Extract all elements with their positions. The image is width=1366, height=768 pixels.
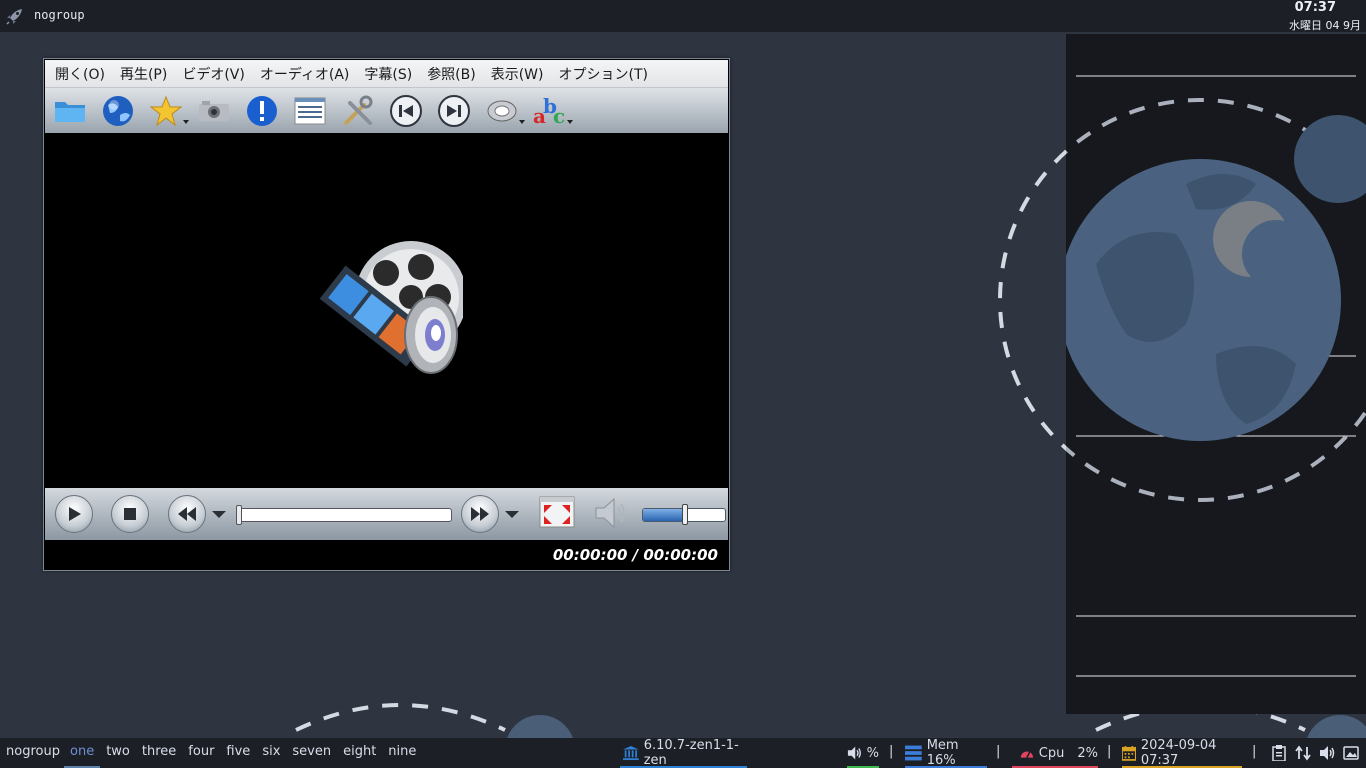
svg-text:c: c (553, 104, 565, 127)
smplayer-window[interactable]: 開く(O) 再生(P) ビデオ(V) オーディオ(A) 字幕(S) 参照(B) … (43, 58, 730, 571)
time-status-bar: 00:00:00 / 00:00:00 (45, 540, 728, 570)
mute-button[interactable] (592, 496, 630, 530)
volume-module[interactable]: % (847, 738, 879, 768)
play-button[interactable] (55, 495, 93, 533)
menu-open[interactable]: 開く(O) (55, 64, 105, 84)
clipboard-icon[interactable] (1271, 745, 1287, 761)
favorites-star-icon (150, 95, 182, 126)
menu-bar: 開く(O) 再生(P) ビデオ(V) オーディオ(A) 字幕(S) 参照(B) … (45, 60, 728, 88)
current-group-name: nogroup (34, 8, 85, 22)
preferences-tools-icon (344, 95, 373, 125)
folder-icon (55, 101, 85, 122)
open-url-button[interactable] (101, 94, 135, 128)
fullscreen-button[interactable] (539, 496, 575, 528)
group-label[interactable]: nogroup (6, 744, 60, 759)
cpu-module: Cpu 2% (1012, 738, 1098, 768)
rewind-icon (178, 507, 196, 521)
workspace-nine[interactable]: nine (382, 738, 422, 768)
workspace-eight[interactable]: eight (337, 738, 382, 768)
workspace-one[interactable]: one (64, 738, 101, 768)
info-icon (247, 95, 277, 126)
playback-controls (45, 488, 728, 540)
rewind-button[interactable] (168, 495, 206, 533)
separator: | (1252, 744, 1257, 759)
audio-track-icon (487, 100, 517, 121)
separator: | (889, 744, 894, 759)
memory-usage: Mem 16% (926, 738, 959, 768)
top-bar: nogroup 07:37 水曜日 04 9月 (0, 0, 1366, 32)
open-file-button[interactable] (53, 94, 87, 128)
speaker-volume-icon (595, 497, 625, 529)
workspace-list: one two three four five six seven eight … (64, 738, 422, 768)
menu-audio[interactable]: オーディオ(A) (260, 64, 350, 84)
workspace-six[interactable]: six (256, 738, 286, 768)
seek-handle[interactable] (236, 505, 242, 525)
memory-module: Mem 16% (905, 738, 987, 768)
cpu-usage: 2% (1077, 745, 1098, 761)
workspace-four[interactable]: four (182, 738, 220, 768)
tray-volume-icon[interactable] (1319, 745, 1335, 761)
cpu-label: Cpu (1038, 745, 1065, 761)
separator: | (996, 744, 1001, 759)
forward-dropdown-icon[interactable] (505, 511, 519, 518)
menu-options[interactable]: オプション(T) (559, 64, 648, 84)
stop-icon (124, 508, 136, 520)
menu-video[interactable]: ビデオ(V) (182, 64, 245, 84)
date-time: 2024-09-04 07:37 (1140, 738, 1217, 768)
kernel-version: 6.10.7-zen1-1-zen (643, 738, 739, 768)
screenshot-camera-icon (199, 100, 229, 121)
workspace-two[interactable]: two (100, 738, 136, 768)
desktop-widget-panel (998, 34, 1366, 714)
workspace-seven[interactable]: seven (286, 738, 337, 768)
next-button[interactable] (437, 94, 471, 128)
volume-handle[interactable] (681, 504, 688, 525)
fast-forward-icon (471, 507, 489, 521)
smplayer-logo-icon (319, 241, 463, 374)
stop-button[interactable] (111, 495, 149, 533)
subtitles-button[interactable]: a b c (533, 94, 573, 128)
screenshot-tray-icon[interactable] (1343, 745, 1359, 761)
cpu-gauge-icon (1020, 751, 1034, 758)
preferences-button[interactable] (341, 94, 375, 128)
favorites-button[interactable] (149, 94, 189, 128)
info-button[interactable] (245, 94, 279, 128)
bottom-bar: nogroup one two three four five six seve… (0, 738, 1366, 768)
playlist-icon (294, 97, 326, 124)
menu-subtitles[interactable]: 字幕(S) (364, 64, 412, 84)
rewind-dropdown-icon[interactable] (212, 511, 226, 518)
time-display: 00:00:00 / 00:00:00 (552, 546, 718, 564)
seek-slider[interactable] (236, 505, 452, 525)
kernel-module: 6.10.7-zen1-1-zen (620, 738, 747, 768)
clock-date: 水曜日 04 9月 (1289, 19, 1361, 32)
menu-browse[interactable]: 参照(B) (427, 64, 476, 84)
previous-track-icon (390, 94, 422, 127)
fullscreen-icon (539, 496, 575, 528)
bank-building-icon (623, 746, 639, 760)
workspace-three[interactable]: three (136, 738, 182, 768)
next-track-icon (438, 94, 470, 127)
previous-button[interactable] (389, 94, 423, 128)
separator: | (1107, 744, 1112, 759)
screenshot-button[interactable] (197, 94, 231, 128)
memory-server-icon (905, 745, 922, 761)
volume-icon (847, 746, 861, 760)
audio-track-button[interactable] (485, 94, 525, 128)
play-icon (69, 507, 81, 521)
main-toolbar: a b c (45, 88, 728, 133)
playlist-button[interactable] (293, 94, 327, 128)
workspace-five[interactable]: five (220, 738, 256, 768)
forward-button[interactable] (461, 495, 499, 533)
calendar-icon (1122, 746, 1136, 761)
menu-play[interactable]: 再生(P) (120, 64, 167, 84)
menu-view[interactable]: 表示(W) (491, 64, 544, 84)
date-module: 2024-09-04 07:37 (1122, 738, 1242, 768)
volume-percent: % (866, 745, 879, 761)
network-transfer-icon[interactable] (1295, 745, 1311, 761)
video-area[interactable] (45, 133, 728, 488)
clock-time: 07:37 (1294, 0, 1336, 15)
rocket-launcher-icon[interactable] (5, 6, 25, 26)
subtitles-abc-icon: a b c (533, 95, 565, 127)
globe-icon (103, 95, 133, 126)
